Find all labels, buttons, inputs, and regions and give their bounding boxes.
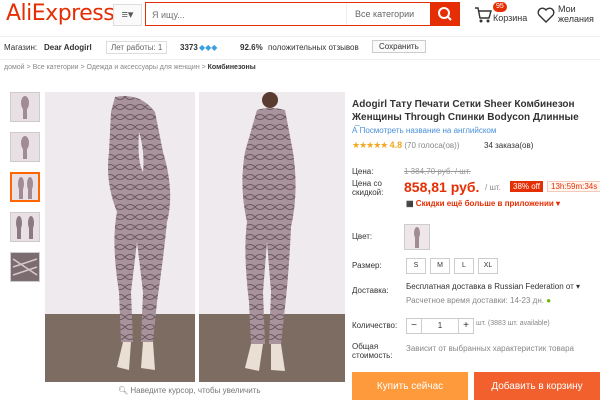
photo-divider [195, 92, 199, 382]
cart-count-badge: 95 [493, 2, 507, 12]
store-score: 3373 [180, 43, 198, 52]
orders-count: 34 заказа(ов) [484, 141, 534, 150]
follow-store-button[interactable]: Сохранить [372, 40, 426, 53]
magnifier-icon: 🔍︎ [118, 386, 129, 395]
color-swatch-image [414, 227, 420, 248]
positive-percent: 92.6% [240, 43, 263, 52]
shipping-text[interactable]: Бесплатная доставка в Russian Federation… [406, 282, 580, 291]
zoom-hint-text: Наведите курсор, чтобы увеличить [130, 386, 261, 395]
breadcrumb-current: Комбинезоны [207, 64, 256, 71]
add-to-cart-button[interactable]: Добавить в корзину [474, 372, 600, 400]
size-option-l[interactable]: L [454, 258, 474, 274]
search-button[interactable] [430, 2, 460, 26]
quantity-input[interactable]: 1 [427, 321, 453, 330]
rating: ★★★★★ 4.8 (70 голоса(ов)) [352, 140, 459, 151]
store-name-link[interactable]: Dear Adogirl [44, 43, 92, 52]
quantity-minus-button[interactable]: − [407, 319, 422, 333]
color-label: Цвет: [352, 232, 373, 241]
thumbnail-5[interactable] [10, 252, 40, 282]
buy-now-button[interactable]: Купить сейчас [352, 372, 468, 400]
product-thumb-image [21, 96, 29, 119]
thumbnail-1[interactable] [10, 92, 40, 122]
cart-button[interactable]: 95 Корзина [474, 0, 534, 30]
category-menu-button[interactable]: ≡▾ [113, 4, 142, 26]
discount-price: 858,81 руб. [404, 179, 480, 195]
star-rating-icon: ★★★★★ [352, 140, 388, 150]
thumbnail-2[interactable] [10, 132, 40, 162]
quantity-stepper: − 1 + [406, 318, 474, 334]
shipping-label: Доставка: [352, 286, 389, 295]
top-header: AliExpress ≡▾ Все категории 95 Корзина М… [0, 0, 600, 30]
search-box: Все категории [145, 2, 432, 26]
total-note: Зависит от выбранных характеристик товар… [406, 344, 574, 353]
quantity-label: Количество: [352, 321, 398, 330]
wishlist-button[interactable]: Мои желания [537, 2, 599, 30]
app-promo-link[interactable]: ▦ Скидки ещё больше в приложении ▾ [406, 199, 560, 208]
old-price: 1 384,70 руб. / шт. [404, 167, 471, 176]
qr-icon: ▦ [406, 199, 414, 208]
thumbnail-3-active[interactable] [10, 172, 40, 202]
search-input[interactable] [150, 5, 344, 25]
size-label: Размер: [352, 261, 382, 270]
total-label-1: Общая [352, 342, 379, 351]
check-icon: ● [546, 296, 552, 305]
store-label: Магазин: [4, 43, 38, 52]
size-option-m[interactable]: M [430, 258, 450, 274]
product-thumb-image [18, 177, 33, 199]
size-option-xl[interactable]: XL [478, 258, 498, 274]
delivery-time: Расчетное время доставки: 14-23 дн. ● [406, 296, 552, 305]
discount-price-label-1: Цена со [352, 179, 382, 188]
wishlist-label-line2: желания [558, 14, 594, 24]
translate-title-link[interactable]: A͡ Посмотреть название на английском [352, 126, 496, 135]
thumbnail-list [10, 92, 40, 292]
rating-value: 4.8 [389, 140, 403, 150]
product-title: Adogirl Тату Печати Сетки Sheer Комбинез… [352, 99, 579, 123]
breadcrumb: домой > Все категории > Одежда и аксессу… [4, 64, 256, 71]
discount-badge: 38% off [510, 181, 543, 192]
thumbnail-4[interactable] [10, 212, 40, 242]
breadcrumb-path[interactable]: домой > Все категории > Одежда и аксессу… [4, 64, 208, 71]
size-option-s[interactable]: S [406, 258, 426, 274]
product-thumb-image [11, 253, 39, 281]
total-label-2: стоимость: [352, 351, 393, 360]
zoom-hint: 🔍︎ Наведите курсор, чтобы увеличить [118, 386, 261, 395]
aliexpress-logo[interactable]: AliExpress [6, 1, 115, 26]
reviews-link[interactable]: (70 голоса(ов)) [404, 141, 459, 150]
stock-available: шт. (3883 шт. available) [476, 320, 550, 327]
search-category-select[interactable]: Все категории [346, 3, 431, 25]
search-icon [438, 7, 452, 21]
cart-label: Корзина [493, 13, 528, 23]
main-product-image[interactable] [45, 92, 345, 382]
dropdown-arrow-icon: ▾ [576, 282, 581, 291]
heart-icon [537, 7, 555, 23]
wishlist-label-line1: Мои [558, 4, 576, 14]
store-bar: Магазин: Dear Adogirl Лет работы: 1 3373… [0, 36, 600, 60]
product-thumb-image [16, 216, 34, 239]
color-swatch[interactable] [404, 224, 430, 250]
countdown-timer: 13h:59m:34s [547, 181, 600, 192]
product-thumb-image [21, 136, 29, 159]
cart-icon [475, 7, 492, 23]
translate-icon: A͡ [352, 126, 358, 135]
quantity-plus-button[interactable]: + [458, 319, 473, 333]
store-years-badge: Лет работы: 1 [106, 41, 168, 54]
discount-price-label-2: скидкой: [352, 188, 384, 197]
per-unit: / шт. [485, 183, 501, 192]
diamond-icon: ◆◆◆ [199, 43, 218, 52]
price-label: Цена: [352, 167, 374, 176]
positive-text: положительных отзывов [268, 43, 359, 52]
